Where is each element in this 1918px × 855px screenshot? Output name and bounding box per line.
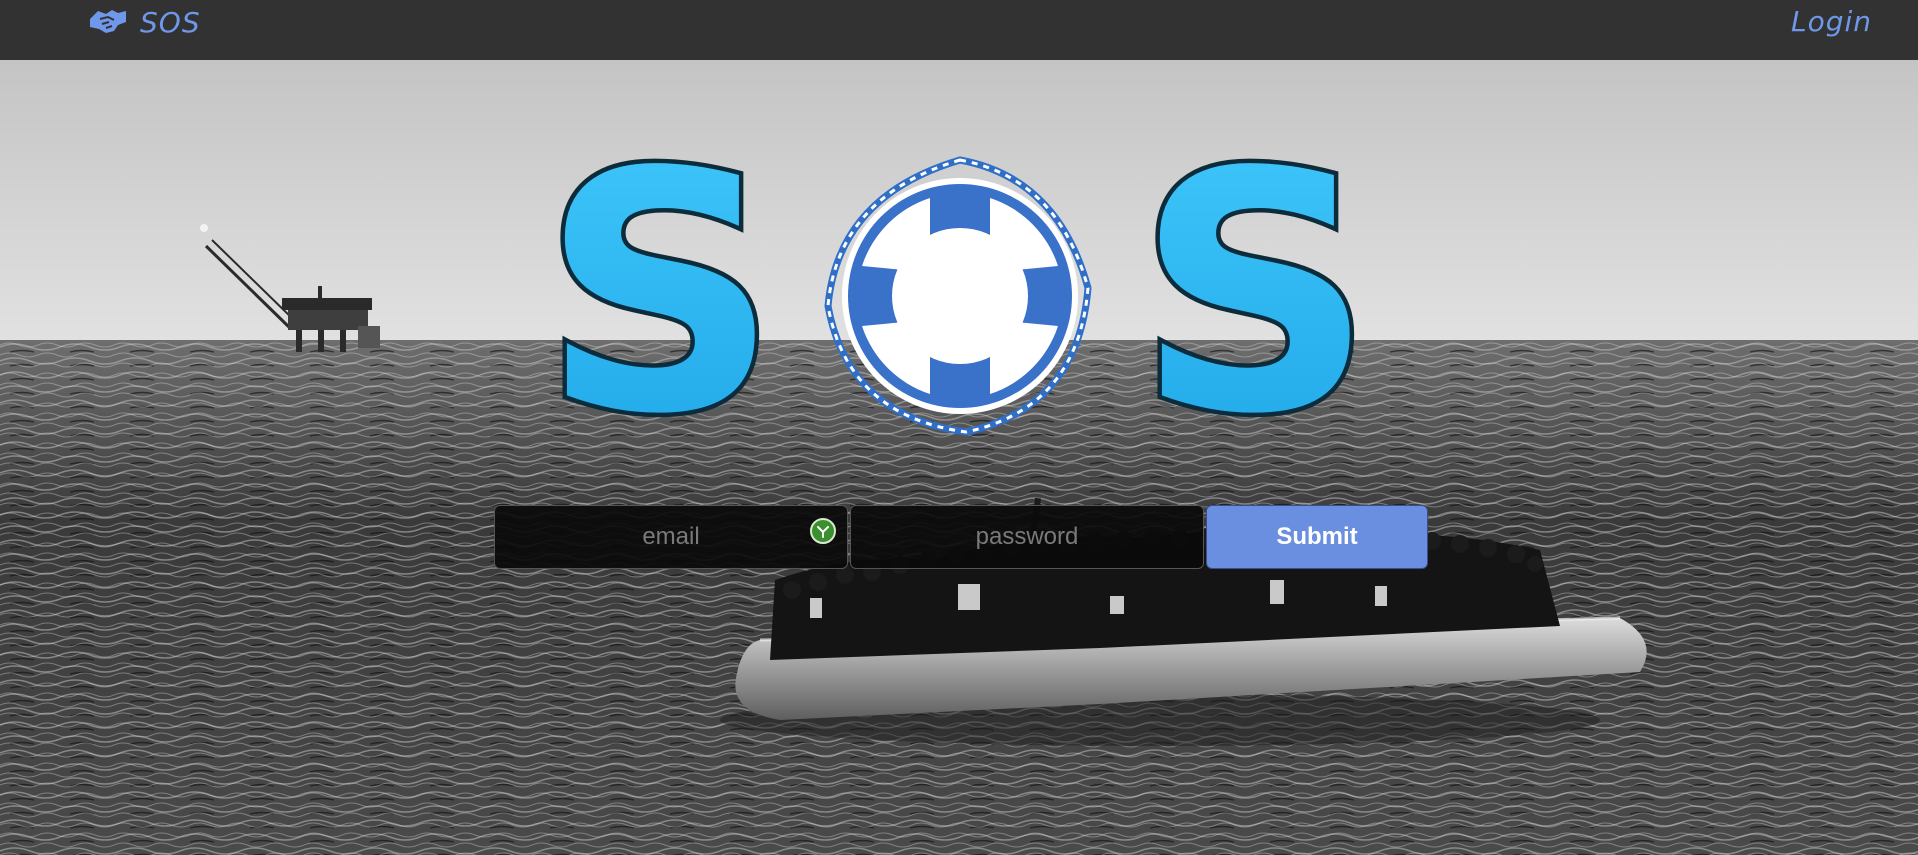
handshake-icon [90, 10, 126, 33]
password-input[interactable] [851, 506, 1203, 568]
email-input[interactable] [495, 506, 847, 568]
hero-section: S S email Submit [0, 60, 1918, 855]
submit-button[interactable]: Submit [1206, 505, 1428, 569]
login-link[interactable]: Login [1791, 2, 1872, 42]
key-icon [817, 526, 829, 538]
logo-letter-s-left: S [560, 156, 779, 436]
sos-logo: S S [560, 156, 1360, 436]
email-field-wrapper [494, 505, 848, 569]
login-form: Submit [494, 505, 1428, 569]
navbar: SOS Login [0, 0, 1918, 60]
password-manager-icon[interactable] [810, 518, 836, 544]
brand-link[interactable]: SOS [88, 2, 201, 42]
life-ring-icon [824, 156, 1092, 436]
brand-label: SOS [140, 5, 201, 39]
password-field-wrapper [850, 505, 1204, 569]
logo-letter-s-right: S [1136, 156, 1360, 436]
